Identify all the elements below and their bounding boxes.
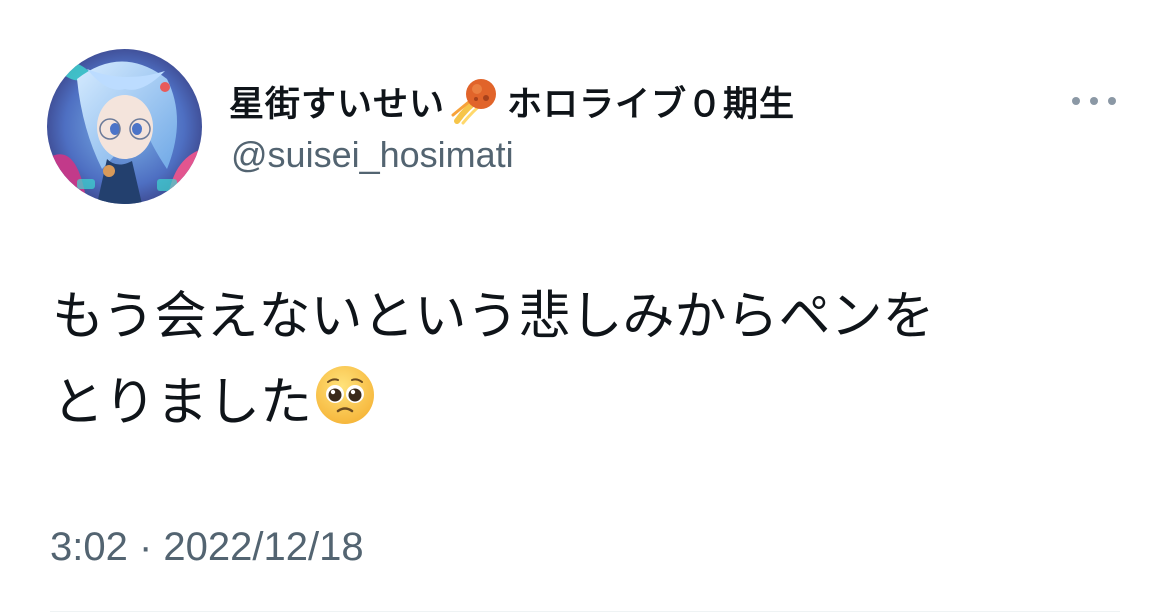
comet-icon: [449, 77, 501, 125]
author-display-name[interactable]: 星街すいせい: [229, 76, 445, 127]
more-horizontal-icon: [1072, 97, 1080, 105]
author-handle[interactable]: @suisei_hosimati: [231, 134, 514, 176]
author-name-suffix[interactable]: ホロライブ０期生: [507, 76, 795, 127]
avatar-illustration-icon: [47, 49, 202, 204]
more-options-button[interactable]: [1068, 86, 1120, 116]
tweet-text-line-2-text: とりました: [52, 373, 313, 433]
tweet-text: もう会えないという悲しみからペンを とりました: [52, 274, 1132, 446]
tweet-timestamp[interactable]: 3:02 · 2022/12/18: [50, 525, 364, 570]
more-horizontal-icon-dot-2: [1090, 97, 1098, 105]
tweet-text-line-1: もう会えないという悲しみからペンを: [52, 287, 935, 347]
author-avatar[interactable]: [47, 49, 202, 204]
author-name-row[interactable]: 星街すいせい ホロライブ０期生: [229, 76, 795, 126]
divider: [50, 611, 1120, 612]
tweet-text-line-2: とりました: [52, 360, 1132, 446]
more-horizontal-icon-dot-3: [1108, 97, 1116, 105]
pleading-face-emoji-icon: [314, 364, 376, 426]
